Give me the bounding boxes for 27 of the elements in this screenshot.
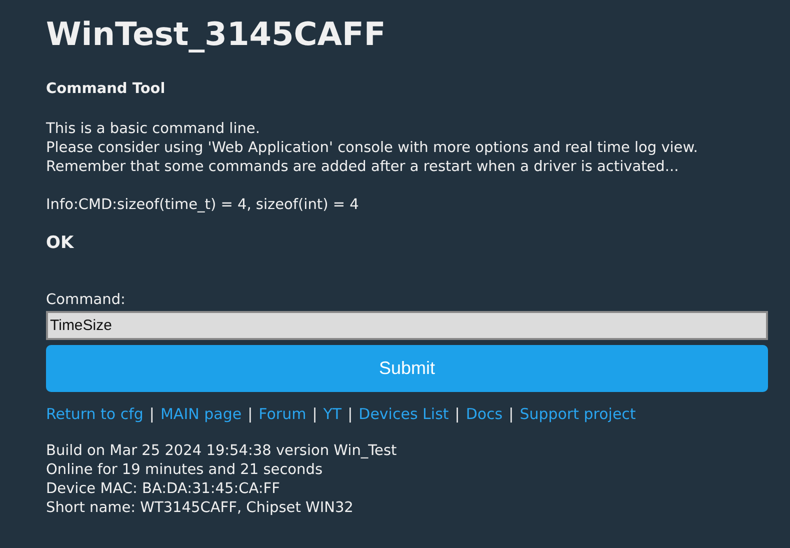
link-separator: | (508, 404, 514, 424)
link-separator: | (348, 404, 353, 424)
link-separator: | (149, 404, 154, 424)
info-text: Device MAC: BA:DA:31:45:CA:FF (46, 480, 280, 499)
info-text: Build on Mar 25 2024 19:54:38 version Win_Test (46, 442, 397, 461)
nav-link[interactable]: Return to cfg (46, 404, 144, 424)
info-text: Short name: WT3145CAFF, Chipset WIN32 (46, 499, 354, 518)
section-heading: Command Tool (46, 81, 166, 97)
nav-link[interactable]: Support project (520, 404, 636, 424)
submit-button[interactable]: Submit (46, 345, 768, 392)
info-text: Online for 19 minutes and 21 seconds (46, 461, 323, 480)
nav-link[interactable]: Docs (466, 404, 503, 424)
intro-text: Please consider using 'Web Application' console with more options and real time log view. (46, 139, 698, 158)
nav-link[interactable]: Forum (258, 404, 306, 424)
command-input[interactable]: TimeSize (46, 311, 768, 340)
command-label: Command: (46, 292, 126, 308)
nav-link[interactable]: Devices List (358, 404, 449, 424)
intro-text: This is a basic command line. (46, 120, 260, 139)
response-text: Info:CMD:sizeof(time_t) = 4, sizeof(int) = 4 (46, 197, 359, 213)
nav-link[interactable]: YT (323, 404, 342, 424)
intro-text: Remember that some commands are added after a restart when a driver is activated... (46, 158, 679, 177)
page-title: WinTest_3145CAFF (46, 14, 386, 54)
nav-link[interactable]: MAIN page (160, 404, 242, 424)
link-separator: | (312, 404, 318, 424)
status-text: OK (46, 233, 74, 253)
link-separator: | (248, 404, 253, 424)
link-separator: | (454, 404, 460, 424)
